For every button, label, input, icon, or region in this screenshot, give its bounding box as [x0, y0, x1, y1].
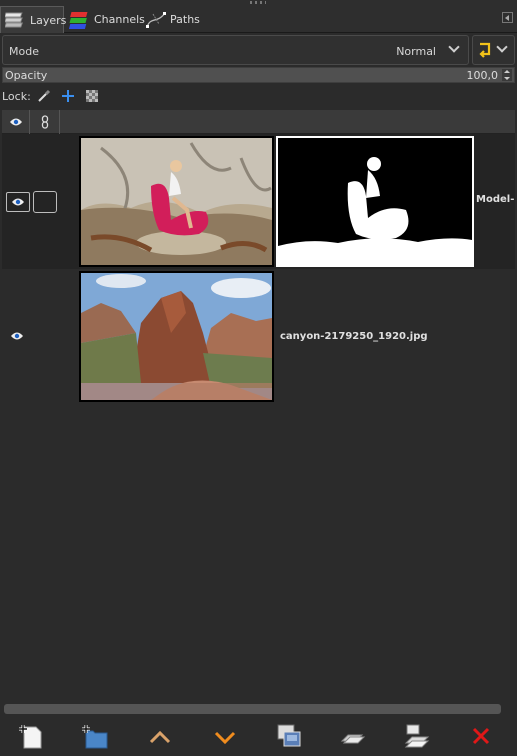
layer-mask-thumbnail[interactable]: [276, 136, 474, 267]
layers-icon: [3, 10, 27, 30]
delete-layer-icon: [472, 727, 490, 745]
mode-row: Mode Normal: [2, 35, 515, 65]
opacity-value: 100,0: [466, 69, 499, 82]
lower-layer-icon: [214, 731, 236, 745]
anchor-layer-button[interactable]: [338, 721, 368, 751]
mode-label: Mode: [9, 45, 39, 58]
layer-thumbnail[interactable]: [79, 271, 274, 402]
tab-channels[interactable]: Channels: [65, 6, 145, 33]
tab-layers-label: Layers: [30, 13, 67, 27]
layer-thumbnail[interactable]: [79, 136, 274, 267]
lock-pixels-icon[interactable]: [37, 89, 51, 103]
anchor-layer-icon: [340, 734, 366, 744]
raise-layer-icon: [149, 730, 171, 744]
scrollbar-thumb[interactable]: [4, 704, 501, 714]
duplicate-layer-button[interactable]: [274, 721, 304, 751]
layer-visibility-toggle[interactable]: [6, 192, 30, 212]
opacity-spinscale[interactable]: Opacity 100,0: [2, 67, 515, 83]
eye-icon: [11, 332, 23, 340]
eye-icon: [12, 198, 24, 206]
mode-value: Normal: [396, 45, 436, 58]
tab-menu-button[interactable]: [502, 12, 513, 23]
dock-tab-bar: Layers Channels Paths: [0, 6, 517, 33]
layer-visibility-toggle[interactable]: [6, 327, 30, 347]
lock-label: Lock:: [2, 89, 31, 103]
raise-layer-button[interactable]: [145, 721, 175, 751]
layer-row-canyon[interactable]: canyon-2179250_1920.jpg: [2, 269, 515, 404]
lock-position-icon[interactable]: [61, 89, 75, 103]
horizontal-scrollbar[interactable]: [2, 701, 515, 717]
layer-list-header: [2, 110, 515, 134]
channels-icon: [68, 10, 91, 30]
visibility-column-header[interactable]: [2, 110, 30, 134]
layer-row-model[interactable]: Model-: [2, 134, 515, 269]
chain-column-header[interactable]: [30, 110, 60, 134]
tab-paths-label: Paths: [170, 13, 200, 26]
layers-toolbar: [0, 717, 517, 756]
lower-layer-button[interactable]: [210, 721, 240, 751]
merge-down-icon: [404, 724, 430, 748]
chevron-down-icon: [448, 41, 460, 53]
layer-chain-toggle[interactable]: [33, 191, 57, 213]
composite-mode-button[interactable]: [472, 35, 515, 65]
composite-mode-icon: [479, 42, 491, 58]
layer-name[interactable]: canyon-2179250_1920.jpg: [280, 331, 428, 342]
new-layer-group-icon: [82, 725, 108, 749]
delete-layer-button[interactable]: [466, 721, 496, 751]
paths-icon: [145, 10, 167, 30]
tab-layers[interactable]: Layers: [0, 6, 67, 33]
lock-row: Lock:: [2, 86, 109, 106]
tab-paths[interactable]: Paths: [141, 6, 200, 33]
tab-channels-label: Channels: [94, 13, 145, 26]
duplicate-layer-icon: [277, 724, 301, 747]
opacity-spinner[interactable]: [502, 69, 512, 81]
merge-down-button[interactable]: [402, 721, 432, 751]
opacity-label: Opacity: [5, 69, 48, 82]
new-layer-button[interactable]: [16, 721, 46, 751]
chain-icon: [41, 115, 49, 129]
new-layer-group-button[interactable]: [80, 721, 110, 751]
layer-name[interactable]: Model-: [476, 194, 514, 205]
new-layer-icon: [19, 725, 42, 749]
chevron-down-icon: [496, 41, 508, 53]
mode-select[interactable]: Mode Normal: [2, 35, 469, 65]
lock-alpha-icon[interactable]: [85, 89, 99, 103]
grip-dots: [250, 1, 266, 4]
eye-icon: [10, 118, 22, 126]
